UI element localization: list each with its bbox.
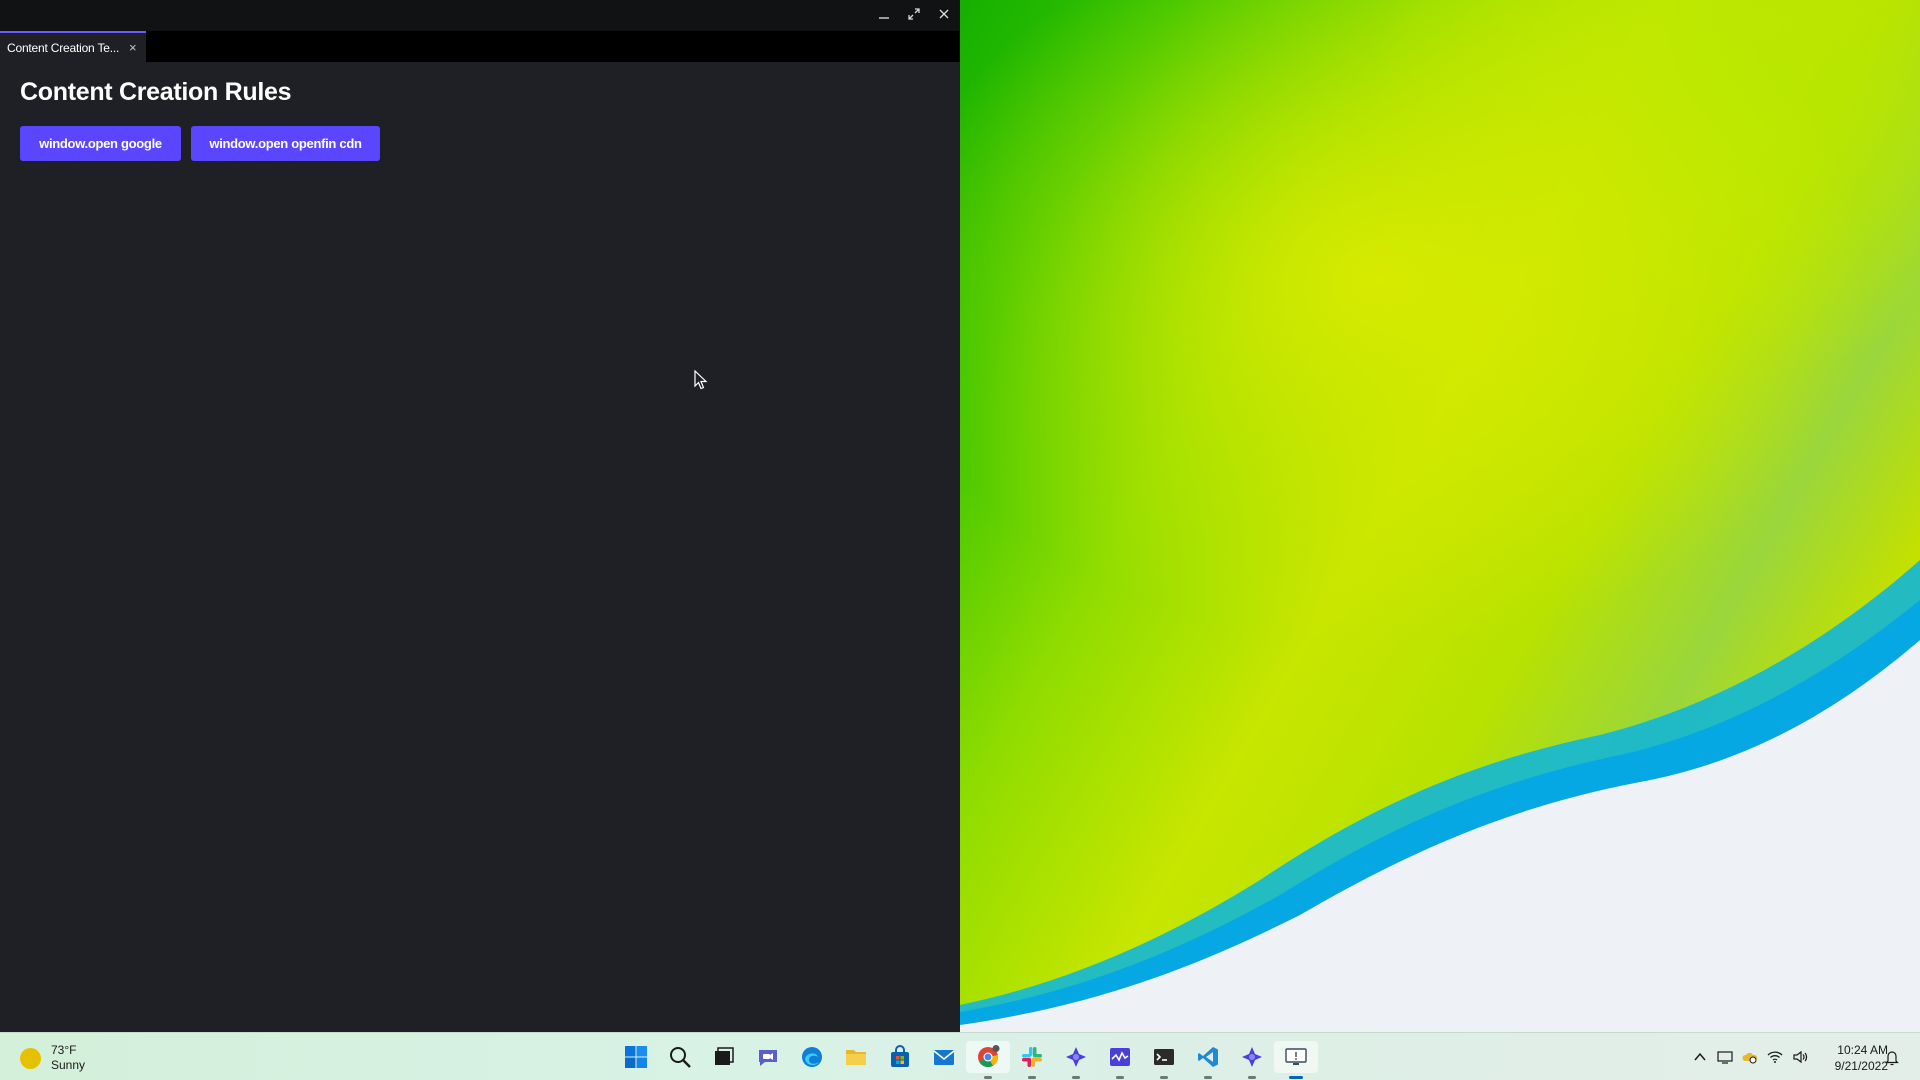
running-indicator [1204, 1076, 1212, 1079]
clock[interactable]: 10:24 AM 9/21/2022 [1812, 1042, 1888, 1074]
mail-button[interactable] [922, 1041, 966, 1073]
remote-desktop-button[interactable] [1274, 1041, 1318, 1079]
system-tray [1688, 1047, 1813, 1067]
tab-label: Content Creation Te... [7, 40, 120, 55]
display-tray-button[interactable] [1713, 1047, 1738, 1067]
show-hidden-icons-button[interactable] [1688, 1047, 1713, 1067]
terminal-button[interactable] [1142, 1041, 1186, 1079]
close-window-button[interactable] [932, 4, 956, 26]
volume-icon [1793, 1050, 1808, 1064]
running-indicator [1248, 1076, 1256, 1079]
teams-chat-icon [759, 1050, 777, 1066]
desktop-wallpaper [960, 0, 1920, 1032]
weather-widget[interactable]: 73°F Sunny [20, 1043, 85, 1073]
close-icon [939, 9, 949, 19]
chevron-up-icon [1694, 1052, 1706, 1061]
task-view-icon [715, 1047, 734, 1065]
search-button[interactable] [658, 1041, 702, 1073]
tab-content-creation[interactable]: Content Creation Te... × [0, 31, 146, 62]
mail-icon [933, 1050, 955, 1065]
edge-icon [802, 1047, 822, 1067]
terminal-icon [1154, 1049, 1174, 1065]
search-icon [670, 1047, 691, 1068]
tab-bar: Content Creation Te... × [0, 31, 960, 62]
network-tray-button[interactable] [1763, 1047, 1788, 1067]
onedrive-tray-button[interactable] [1738, 1047, 1763, 1067]
page-title: Content Creation Rules [20, 78, 292, 106]
running-indicator-active [1289, 1076, 1303, 1079]
clock-time: 10:24 AM [1837, 1043, 1888, 1057]
minimize-icon [879, 17, 889, 19]
taskbar-apps [614, 1041, 1318, 1079]
chrome-icon [978, 1045, 1000, 1068]
vscode-icon [1198, 1047, 1218, 1067]
start-button[interactable] [614, 1041, 658, 1073]
vscode-button[interactable] [1186, 1041, 1230, 1079]
process-manager-button[interactable] [1098, 1041, 1142, 1079]
teams-chat-button[interactable] [746, 1041, 790, 1073]
wallpaper-wave [960, 560, 1920, 1032]
display-icon [1717, 1051, 1733, 1064]
slack-button[interactable] [1010, 1041, 1054, 1079]
onedrive-icon [1742, 1052, 1758, 1064]
windows-start-icon [625, 1046, 647, 1068]
remote-desktop-icon [1285, 1048, 1307, 1065]
tab-close-icon[interactable]: × [129, 41, 137, 54]
expand-icon [908, 8, 920, 20]
maximize-button[interactable] [902, 4, 926, 26]
taskbar: 73°F Sunny 10:24 AM 9/21/2022 [0, 1032, 1920, 1080]
mouse-cursor-icon [694, 370, 708, 390]
title-bar[interactable] [0, 0, 960, 31]
openfin-icon [1066, 1047, 1086, 1067]
store-button[interactable] [878, 1041, 922, 1073]
openfin-button-2[interactable] [1230, 1041, 1274, 1079]
sun-icon [20, 1047, 41, 1069]
weather-temperature: 73°F [51, 1043, 77, 1057]
weather-condition: Sunny [51, 1058, 86, 1072]
store-icon [891, 1045, 909, 1067]
minimize-button[interactable] [872, 4, 896, 26]
file-explorer-button[interactable] [834, 1041, 878, 1073]
clock-date: 9/21/2022 [1834, 1059, 1888, 1073]
openfin-button[interactable] [1054, 1041, 1098, 1079]
chrome-button[interactable] [966, 1041, 1010, 1079]
notification-icon[interactable] [1884, 1048, 1900, 1066]
running-indicator [1160, 1076, 1168, 1079]
window-open-google-button[interactable]: window.open google [20, 126, 181, 161]
file-explorer-icon [846, 1050, 866, 1065]
task-view-button[interactable] [702, 1041, 746, 1073]
slack-icon [1022, 1047, 1042, 1067]
running-indicator [1072, 1076, 1080, 1079]
running-indicator [1028, 1076, 1036, 1079]
page-content: Content Creation Rules window.open googl… [0, 62, 960, 1032]
edge-button[interactable] [790, 1041, 834, 1073]
process-manager-icon [1110, 1048, 1130, 1066]
running-indicator [984, 1076, 992, 1079]
wifi-icon [1767, 1051, 1783, 1063]
running-indicator [1116, 1076, 1124, 1079]
app-window: Content Creation Te... × Content Creatio… [0, 0, 960, 1032]
window-open-openfin-cdn-button[interactable]: window.open openfin cdn [191, 126, 380, 161]
volume-tray-button[interactable] [1788, 1047, 1813, 1067]
openfin-icon [1242, 1047, 1262, 1067]
